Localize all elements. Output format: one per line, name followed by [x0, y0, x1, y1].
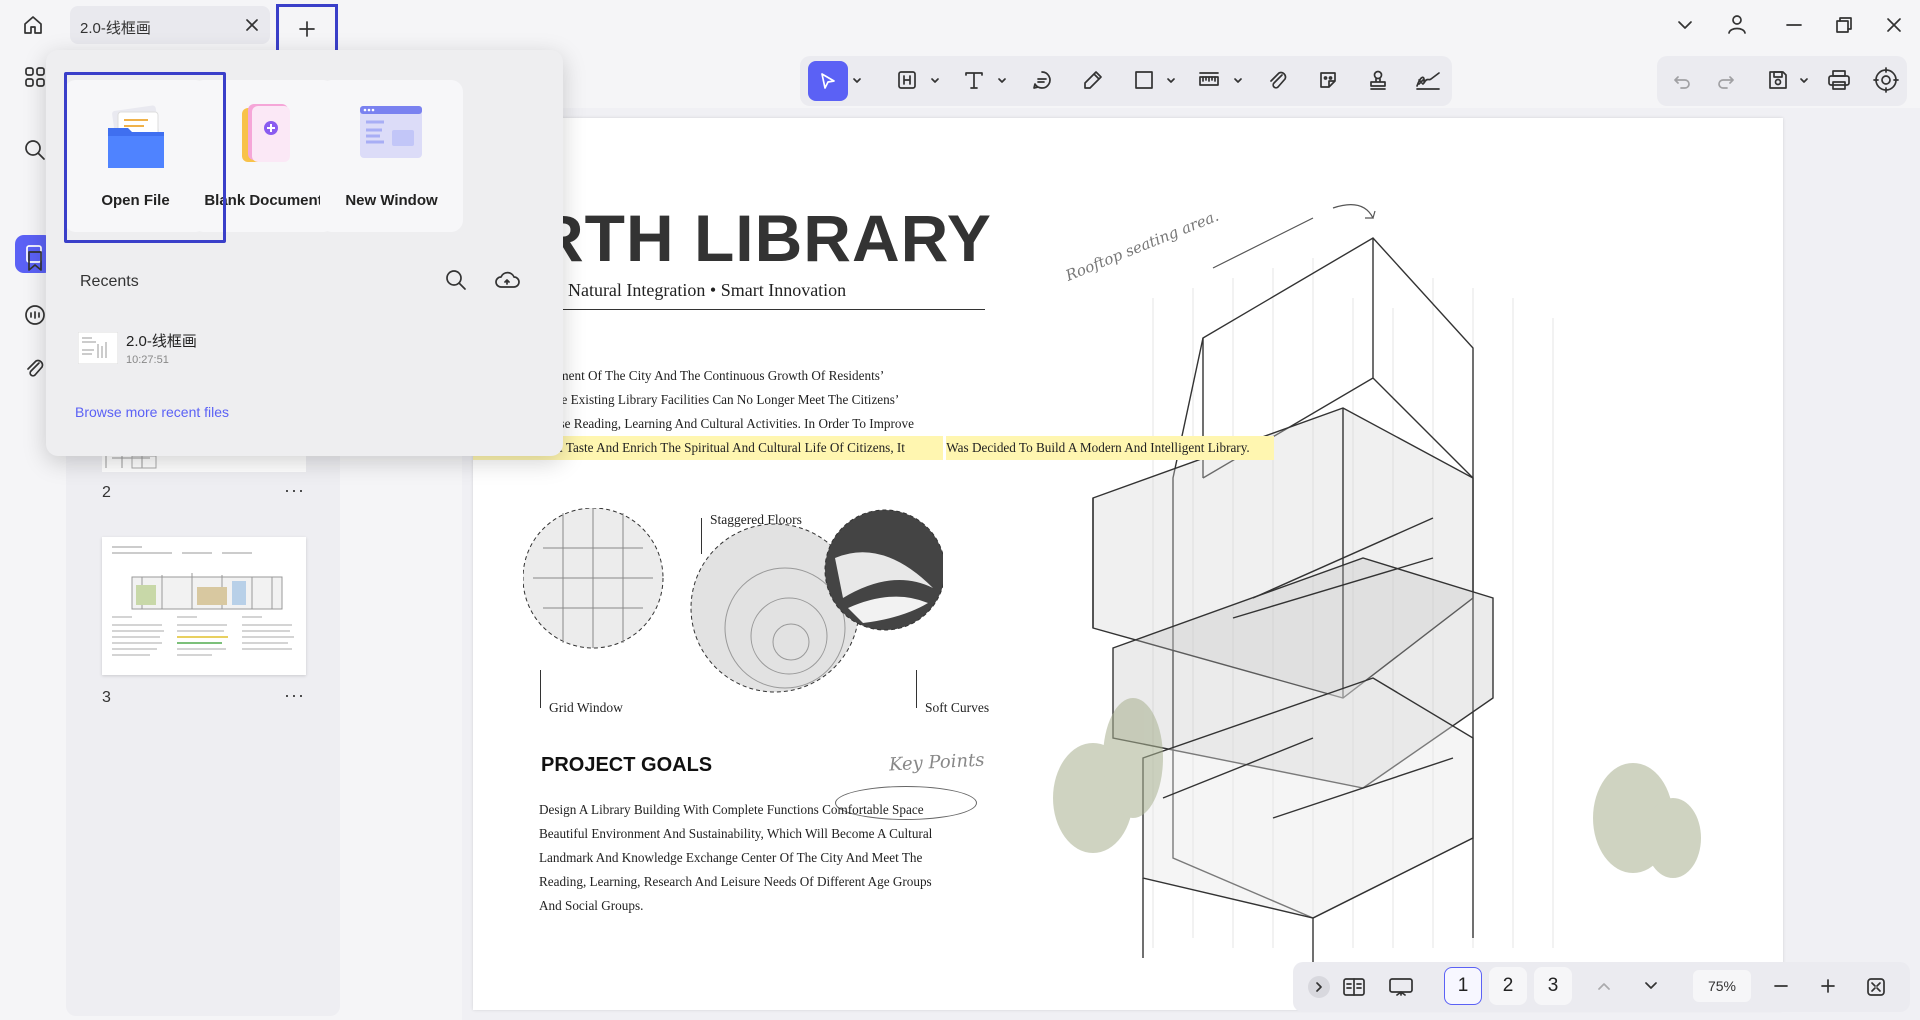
- chevron-down-icon[interactable]: [1797, 72, 1811, 90]
- goals-line: Beautiful Environment And Sustainability…: [539, 826, 933, 841]
- page-options-button[interactable]: ···: [284, 480, 305, 501]
- page-navigation-bar: 1 2 3 75%: [1293, 962, 1910, 1012]
- expand-icon[interactable]: [1308, 976, 1330, 998]
- project-goals-heading: PROJECT GOALS: [541, 754, 713, 776]
- goals-line: Design A Library Building With Complete …: [539, 802, 924, 817]
- chevron-down-icon[interactable]: [1164, 72, 1178, 90]
- print-icon[interactable]: [1824, 66, 1854, 94]
- new-tab-button[interactable]: [276, 4, 338, 54]
- detail-photos: [523, 508, 943, 693]
- text-tool-icon[interactable]: [960, 66, 988, 94]
- sticker-tool-icon[interactable]: [1314, 66, 1342, 94]
- stamp-tool-icon[interactable]: [1364, 66, 1392, 94]
- intro-paragraph: With The Development Of The City And The…: [473, 364, 1274, 460]
- open-file-focus-outline: [64, 72, 226, 243]
- restore-icon[interactable]: [1831, 12, 1857, 38]
- intro-line: Was Decided To Build A Modern And Intell…: [946, 436, 1274, 460]
- shape-tool-icon[interactable]: [1130, 66, 1158, 94]
- goals-line: Landmark And Knowledge Exchange Center O…: [539, 850, 923, 865]
- fit-page-icon[interactable]: [1862, 973, 1890, 1001]
- intro-line: Cultural Needs, The Existing Library Fac…: [473, 392, 900, 407]
- browse-more-link[interactable]: Browse more recent files: [75, 404, 229, 420]
- intro-line: With The Development Of The City And The…: [473, 368, 885, 383]
- reading-mode-icon[interactable]: [1339, 973, 1369, 1001]
- present-icon[interactable]: [1385, 973, 1417, 1001]
- callout-line: [916, 670, 917, 708]
- pen-tool-icon[interactable]: [1079, 66, 1107, 94]
- select-tool-button[interactable]: [808, 61, 848, 101]
- new-window-label: New Window: [345, 192, 438, 209]
- page-number: 2: [102, 484, 111, 501]
- signature-tool-icon[interactable]: [1413, 66, 1443, 94]
- callout-soft-curves: Soft Curves: [925, 700, 990, 715]
- goals-line: Reading, Learning, Research And Leisure …: [539, 874, 932, 889]
- file-thumbnail: [78, 332, 118, 364]
- chevron-down-icon[interactable]: [995, 72, 1009, 90]
- goals-line: And Social Groups.: [539, 898, 644, 913]
- chevron-down-icon[interactable]: [850, 72, 864, 90]
- cursor-icon: [817, 70, 839, 92]
- zoom-level[interactable]: 75%: [1693, 970, 1751, 1002]
- highlight-tool-icon[interactable]: [893, 66, 921, 94]
- close-tab-icon[interactable]: [242, 15, 262, 35]
- zoom-out-icon[interactable]: [1769, 974, 1793, 998]
- search-icon[interactable]: [442, 266, 470, 294]
- recent-file-time: 10:27:51: [126, 354, 169, 366]
- recent-file-name: 2.0-线框画: [126, 333, 197, 350]
- redo-icon[interactable]: [1713, 68, 1739, 94]
- callout-grid-window: Grid Window: [549, 700, 623, 715]
- plus-icon: [296, 18, 318, 40]
- save-icon[interactable]: [1764, 66, 1792, 94]
- page-options-button[interactable]: ···: [284, 685, 305, 706]
- document-page: Rooftop seating area. 04 NORTH LIBRARY P…: [473, 118, 1783, 1010]
- minimize-icon[interactable]: [1781, 12, 1807, 38]
- page-button-1[interactable]: 1: [1444, 967, 1482, 1005]
- recent-file-item[interactable]: 2.0-线框画 10:27:51: [72, 324, 532, 382]
- title-bar: 2.0-线框画: [0, 0, 1920, 54]
- measure-tool-icon[interactable]: [1195, 66, 1223, 94]
- page-number: 3: [102, 689, 111, 706]
- blank-document-icon: [242, 104, 290, 162]
- next-page-icon[interactable]: [1639, 974, 1663, 998]
- chevron-down-icon[interactable]: [928, 72, 942, 90]
- document-tab[interactable]: 2.0-线框画: [70, 6, 270, 44]
- callout-line: [701, 518, 702, 554]
- callout-staggered-floors: Staggered Floors: [710, 512, 802, 527]
- new-window-card[interactable]: New Window: [320, 80, 463, 232]
- previous-page-icon[interactable]: [1592, 974, 1616, 998]
- page-button-2[interactable]: 2: [1489, 967, 1527, 1005]
- library-sketch-illustration: [1053, 204, 1701, 968]
- close-window-icon[interactable]: [1881, 12, 1907, 38]
- page-button-3[interactable]: 3: [1534, 967, 1572, 1005]
- zoom-in-icon[interactable]: [1816, 974, 1840, 998]
- ai-assistant-icon[interactable]: [1870, 64, 1902, 96]
- intro-line: Increasingly Diverse Reading, Learning A…: [473, 416, 914, 431]
- account-icon[interactable]: [1723, 10, 1751, 38]
- tab-title: 2.0-线框画: [80, 20, 151, 37]
- comment-tool-icon[interactable]: [1028, 66, 1056, 94]
- chevron-down-icon[interactable]: [1231, 72, 1245, 90]
- goals-paragraph: Design A Library Building With Complete …: [539, 798, 932, 918]
- recents-heading: Recents: [80, 273, 139, 290]
- cloud-icon[interactable]: [492, 266, 522, 294]
- attach-tool-icon[interactable]: [1264, 66, 1292, 94]
- home-icon[interactable]: [18, 10, 48, 40]
- undo-icon[interactable]: [1669, 68, 1695, 94]
- callout-line: [540, 670, 541, 708]
- page-thumbnail-3[interactable]: [102, 537, 306, 675]
- new-window-icon: [360, 106, 422, 158]
- chevron-down-icon[interactable]: [1672, 12, 1698, 38]
- key-points-annotation: Key Points: [888, 749, 986, 776]
